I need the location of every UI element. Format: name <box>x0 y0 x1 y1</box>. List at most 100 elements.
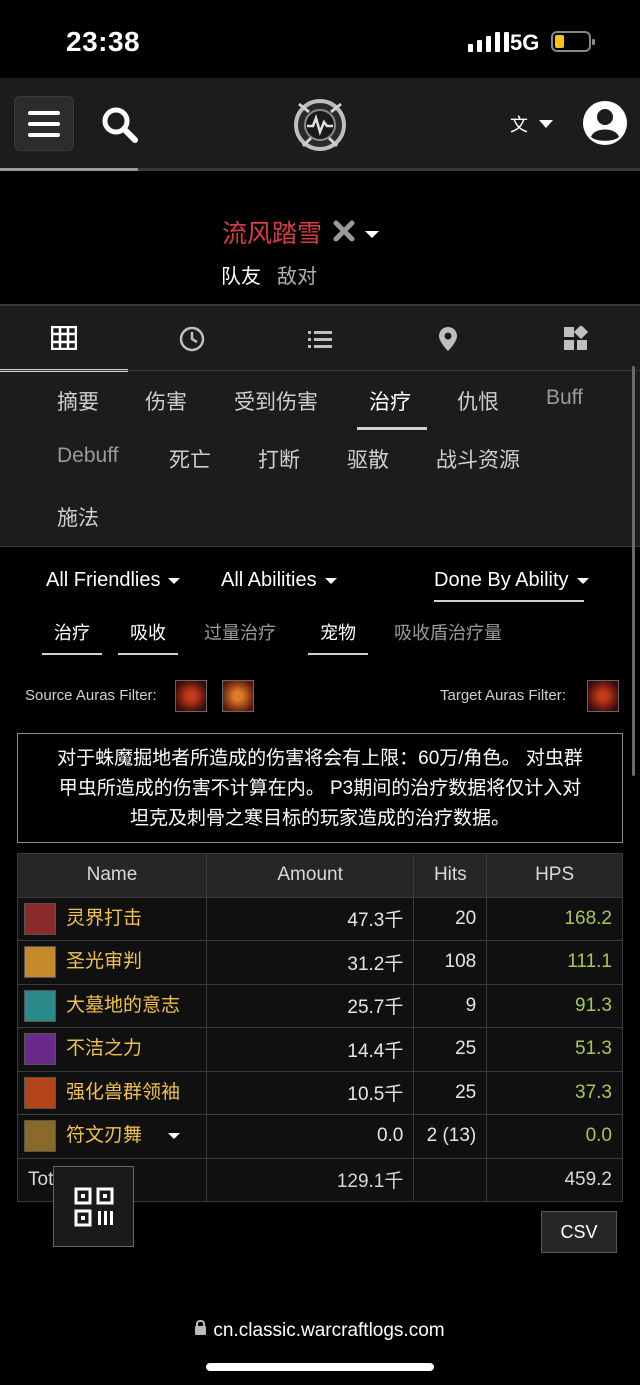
amount-cell: 47.3千 <box>205 896 415 941</box>
friendly-tab[interactable]: 队友 <box>221 260 261 289</box>
ability-icon <box>24 1033 56 1066</box>
tab-debuffs[interactable]: Debuff <box>57 444 119 468</box>
table-row[interactable]: 圣光审判 31.2千 108 111.1 <box>17 940 623 985</box>
col-hps[interactable]: HPS <box>486 853 623 898</box>
ability-cell[interactable]: 符文刃舞 <box>17 1114 207 1159</box>
hits-cell: 9 <box>413 983 488 1028</box>
table-header: Name Amount Hits HPS <box>17 853 623 898</box>
view-tabs <box>0 304 640 372</box>
tab-casts[interactable]: 施法 <box>57 502 99 532</box>
absorb-shield-toggle[interactable]: 吸收盾治疗量 <box>394 619 502 653</box>
table-row[interactable]: 强化兽群领袖 10.5千 25 37.3 <box>17 1070 623 1115</box>
status-time: 23:38 <box>66 26 141 57</box>
hps-cell: 0.0 <box>486 1114 623 1159</box>
table-row[interactable]: 不洁之力 14.4千 25 51.3 <box>17 1027 623 1072</box>
ability-cell[interactable]: 圣光审判 <box>17 940 207 985</box>
absorb-toggle[interactable]: 吸收 <box>118 619 178 655</box>
qr-code-button[interactable] <box>53 1166 134 1247</box>
col-name[interactable]: Name <box>17 853 207 898</box>
overheal-toggle[interactable]: 过量治疗 <box>204 619 276 653</box>
clear-target-icon[interactable] <box>333 220 355 242</box>
ability-cell[interactable]: 强化兽群领袖 <box>17 1070 207 1115</box>
home-indicator[interactable] <box>206 1363 434 1371</box>
svg-text:文: 文 <box>510 115 528 136</box>
url-text: cn.classic.warcraftlogs.com <box>213 1320 445 1341</box>
ability-cell[interactable]: 灵界打击 <box>17 896 207 941</box>
tab-damage-done[interactable]: 伤害 <box>145 386 187 416</box>
grouping-filter-label: Done By Ability <box>434 569 569 591</box>
friendlies-filter[interactable]: All Friendlies <box>46 569 181 592</box>
ability-name: 不洁之力 <box>66 1038 143 1060</box>
tab-resources[interactable]: 战斗资源 <box>436 444 520 474</box>
tab-damage-taken[interactable]: 受到伤害 <box>234 386 318 416</box>
total-hits <box>413 1157 488 1202</box>
tab-summary[interactable]: 摘要 <box>57 386 99 416</box>
fight-notice: 对于蛛魔掘地者所造成的伤害将会有上限：60万/角色。 对虫群 甲虫所造成的伤害不… <box>17 733 623 843</box>
grouping-filter[interactable]: Done By Ability <box>434 569 589 592</box>
tab-threat[interactable]: 仇恨 <box>457 386 499 416</box>
healing-table: Name Amount Hits HPS 灵界打击 47.3千 20 168.2… <box>17 853 623 1202</box>
scrollbar[interactable] <box>632 366 635 776</box>
notice-line: 甲虫所造成的伤害不计算在内。 P3期间的治疗数据将仅计入对 <box>58 778 582 799</box>
table-row[interactable]: 符文刃舞 0.0 2 (13) 0.0 <box>17 1114 623 1159</box>
healing-toggle[interactable]: 治疗 <box>42 619 102 655</box>
source-aura-icon[interactable] <box>175 680 207 712</box>
enemy-tab[interactable]: 敌对 <box>277 260 317 289</box>
signal-icon <box>468 30 509 52</box>
tab-table[interactable] <box>0 306 128 372</box>
clock-icon <box>179 326 205 352</box>
ability-name: 圣光审判 <box>66 951 143 973</box>
table-row[interactable]: 灵界打击 47.3千 20 168.2 <box>17 896 623 941</box>
tab-replay[interactable] <box>384 306 512 372</box>
menu-icon <box>28 110 60 115</box>
tab-timeline[interactable] <box>128 306 256 372</box>
hps-cell: 51.3 <box>486 1027 623 1072</box>
col-amount[interactable]: Amount <box>205 853 415 898</box>
grouping-underline <box>434 600 584 602</box>
friendlies-filter-label: All Friendlies <box>46 569 161 591</box>
app-header: 文 <box>0 78 640 170</box>
target-auras-label: Target Auras Filter: <box>440 687 566 704</box>
warcraftlogs-logo-icon[interactable] <box>291 96 349 154</box>
ability-name: 灵界打击 <box>66 907 143 929</box>
abilities-filter[interactable]: All Abilities <box>221 569 337 592</box>
battery-icon <box>551 31 595 52</box>
col-hits[interactable]: Hits <box>413 853 488 898</box>
notice-line: 对于蛛魔掘地者所造成的伤害将会有上限：60万/角色。 对虫群 <box>57 748 583 769</box>
table-row[interactable]: 大墓地的意志 25.7千 9 91.3 <box>17 983 623 1028</box>
source-auras-label: Source Auras Filter: <box>25 687 157 704</box>
tab-dispels[interactable]: 驱散 <box>347 444 389 474</box>
target-name[interactable]: 流风踏雪 <box>222 214 322 250</box>
ability-cell[interactable]: 大墓地的意志 <box>17 983 207 1028</box>
hps-cell: 111.1 <box>486 940 623 985</box>
expand-icon[interactable] <box>168 1133 181 1140</box>
tab-events[interactable] <box>256 306 384 372</box>
csv-export-button[interactable]: CSV <box>541 1211 617 1253</box>
chevron-down-icon <box>576 577 589 584</box>
amount-cell: 10.5千 <box>205 1070 415 1115</box>
tab-widgets[interactable] <box>512 306 640 372</box>
qr-code-icon <box>74 1187 113 1226</box>
pets-toggle[interactable]: 宠物 <box>308 619 368 655</box>
target-dropdown-icon[interactable] <box>365 231 379 238</box>
account-avatar-icon[interactable] <box>582 100 628 146</box>
total-hps: 459.2 <box>486 1157 623 1202</box>
address-bar[interactable]: cn.classic.warcraftlogs.com <box>0 1320 640 1342</box>
search-icon[interactable] <box>100 105 140 145</box>
target-aura-icon[interactable] <box>587 680 619 712</box>
tab-interrupts[interactable]: 打断 <box>258 444 300 474</box>
translate-icon[interactable]: 文 <box>508 110 558 140</box>
ability-icon <box>24 989 56 1022</box>
source-aura-icon[interactable] <box>222 680 254 712</box>
notice-line: 坦克及刺骨之寒目标的玩家造成的治疗数据。 <box>129 808 510 829</box>
ability-cell[interactable]: 不洁之力 <box>17 1027 207 1072</box>
header-divider <box>0 168 640 171</box>
ability-icon <box>24 1120 56 1153</box>
tab-buffs[interactable]: Buff <box>546 386 583 410</box>
active-tab-indicator <box>357 427 427 430</box>
hits-cell: 20 <box>413 896 488 941</box>
tab-deaths[interactable]: 死亡 <box>169 444 211 474</box>
tab-healing[interactable]: 治疗 <box>369 386 411 416</box>
hits-cell: 25 <box>413 1070 488 1115</box>
menu-button[interactable] <box>14 96 74 151</box>
